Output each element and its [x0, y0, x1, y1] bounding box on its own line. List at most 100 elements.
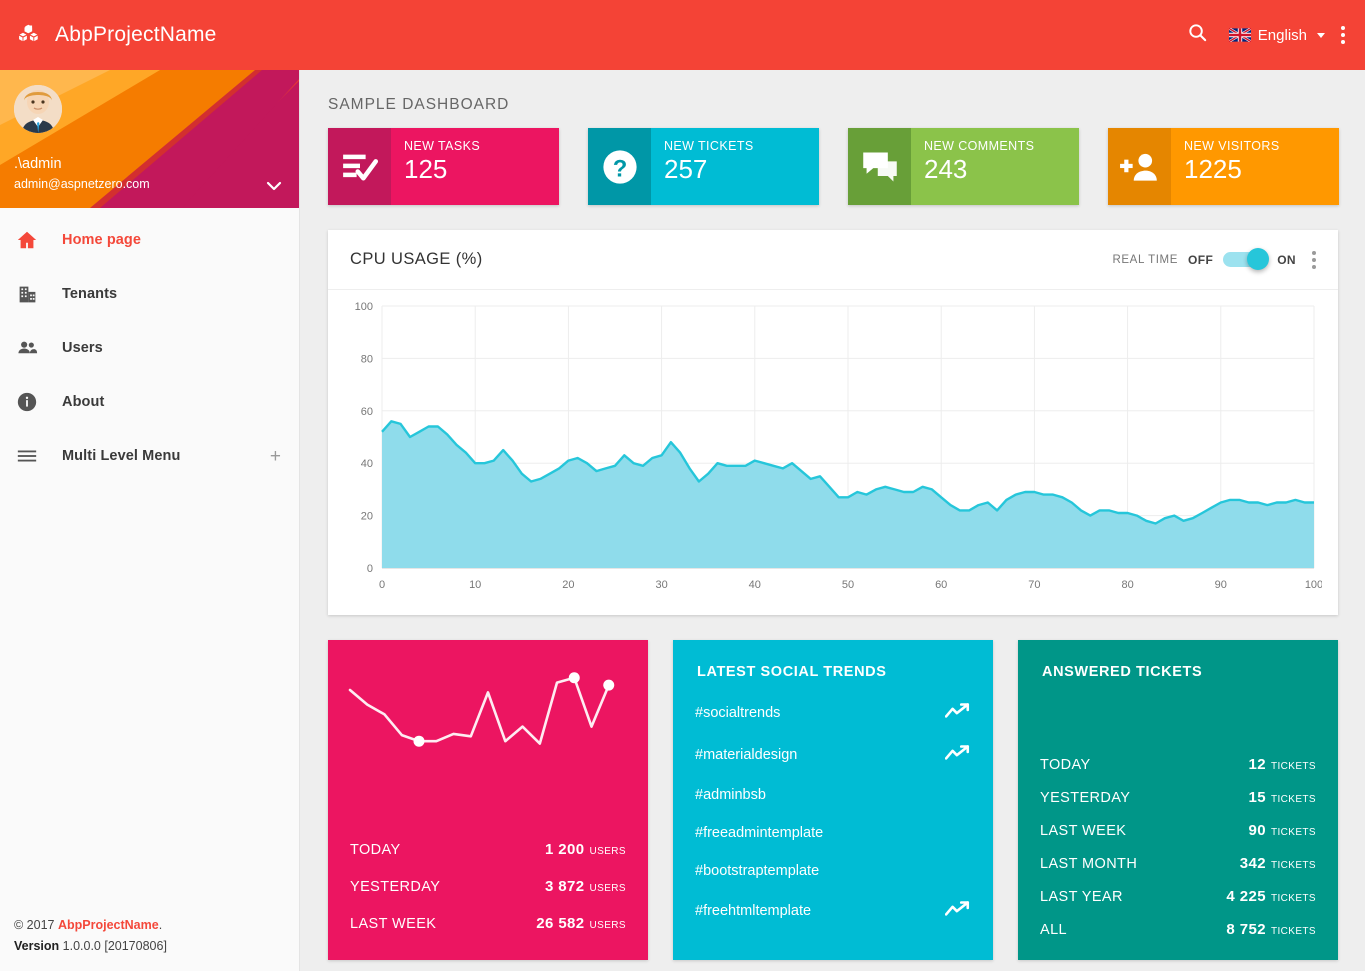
svg-text:10: 10 — [469, 579, 481, 591]
list-item[interactable]: #freeadmintemplate — [695, 814, 971, 852]
info-circle-icon — [14, 391, 40, 413]
tickets-stat-rows: TODAY 12 TICKETS YESTERDAY 15 TICKETS LA… — [1018, 748, 1338, 946]
stat-card-new-tasks[interactable]: NEW TASKS 125 — [328, 128, 559, 205]
person-add-icon — [1108, 128, 1171, 205]
vertical-dots-icon[interactable] — [1335, 26, 1351, 44]
user-email: admin@aspnetzero.com — [14, 177, 150, 191]
stat-row-unit: TICKETS — [1270, 761, 1316, 772]
cpu-chart-svg: 0 20 40 60 80 100 0 10 20 30 40 50 60 70 80 90 100 — [355, 301, 1324, 591]
stat-row-unit: TICKETS — [1270, 827, 1316, 838]
uk-flag-icon — [1228, 28, 1251, 42]
people-icon — [14, 337, 40, 360]
search-button[interactable] — [1176, 13, 1219, 57]
main-content: SAMPLE DASHBOARD NEW TASKS 125 ? NEW TIC… — [300, 70, 1365, 971]
svg-text:0: 0 — [379, 579, 385, 591]
building-icon — [14, 284, 40, 305]
realtime-toggle[interactable] — [1223, 248, 1270, 270]
svg-text:60: 60 — [935, 579, 947, 591]
copyright-prefix: © 2017 — [14, 918, 58, 932]
stat-card-row: NEW TASKS 125 ? NEW TICKETS 257 NEW COMM… — [328, 128, 1339, 205]
answered-tickets-title: ANSWERED TICKETS — [1042, 664, 1203, 680]
svg-text:70: 70 — [1028, 579, 1040, 591]
stat-row-label: LAST WEEK — [1040, 823, 1127, 839]
expand-plus-icon[interactable]: + — [270, 447, 281, 466]
svg-text:40: 40 — [361, 458, 373, 470]
cpu-usage-card: CPU USAGE (%) REAL TIME OFF ON 0 20 40 60 80… — [328, 230, 1338, 615]
stat-row: LAST WEEK 90 TICKETS — [1040, 814, 1316, 847]
toggle-knob — [1247, 248, 1270, 270]
list-item[interactable]: #socialtrends — [695, 692, 971, 734]
user-panel[interactable]: .\admin admin@aspnetzero.com — [0, 70, 299, 208]
svg-text:20: 20 — [562, 579, 574, 591]
comments-icon — [848, 128, 911, 205]
topbar-actions: English — [1176, 13, 1351, 57]
version-value: 1.0.0.0 [20170806] — [62, 939, 167, 953]
stat-row-label: YESTERDAY — [350, 879, 441, 895]
list-item[interactable]: #freehtmltemplate — [695, 890, 971, 932]
stat-row: YESTERDAY 3 872 USERS — [350, 868, 626, 905]
toggle-on-label: ON — [1277, 252, 1296, 267]
tasks-check-icon — [328, 128, 391, 205]
stat-row: YESTERDAY 15 TICKETS — [1040, 781, 1316, 814]
stat-row-unit: TICKETS — [1270, 926, 1316, 937]
stat-row-value: 8 752 — [1226, 921, 1266, 938]
bottom-card-row: TODAY 1 200 USERS YESTERDAY 3 872 USERS … — [328, 640, 1339, 960]
trend-label: #freehtmltemplate — [695, 903, 812, 919]
sidebar-item-multi-level-menu[interactable]: Multi Level Menu + — [0, 429, 299, 483]
copyright-suffix: . — [158, 918, 163, 932]
cpu-card-title: CPU USAGE (%) — [350, 250, 483, 268]
stat-card-value: 125 — [404, 154, 448, 184]
stat-row: ALL 8 752 TICKETS — [1040, 913, 1316, 946]
brand[interactable]: AbpProjectName — [18, 22, 217, 48]
stat-row: LAST MONTH 342 TICKETS — [1040, 847, 1316, 880]
visitors-card: TODAY 1 200 USERS YESTERDAY 3 872 USERS … — [328, 640, 648, 960]
stat-row-unit: USERS — [589, 846, 626, 857]
sidebar-item-label: Users — [62, 340, 103, 356]
stat-row: TODAY 12 TICKETS — [1040, 748, 1316, 781]
sidebar-item-about[interactable]: About — [0, 375, 299, 429]
stat-card-new-comments[interactable]: NEW COMMENTS 243 — [848, 128, 1079, 205]
sidebar-footer: © 2017 AbpProjectName. Version 1.0.0.0 [… — [14, 915, 167, 957]
sidebar-item-tenants[interactable]: Tenants — [0, 267, 299, 321]
trend-label: #freeadmintemplate — [695, 825, 824, 841]
stat-row-value: 90 — [1248, 822, 1266, 839]
stat-row: LAST WEEK 26 582 USERS — [350, 905, 626, 942]
stat-row: LAST YEAR 4 225 TICKETS — [1040, 880, 1316, 913]
stat-row-label: LAST WEEK — [350, 916, 437, 932]
copyright-project[interactable]: AbpProjectName — [58, 918, 159, 932]
stat-card-value: 1225 — [1184, 154, 1242, 184]
sidebar-item-label: Home page — [62, 232, 142, 248]
sidebar-item-label: Tenants — [62, 286, 118, 302]
sidebar: .\admin admin@aspnetzero.com Home page T… — [0, 70, 300, 971]
top-navigation-bar: AbpProjectName English — [0, 0, 1365, 70]
vertical-dots-icon[interactable] — [1306, 250, 1322, 269]
search-icon — [1186, 21, 1209, 49]
language-selector[interactable]: English — [1219, 13, 1335, 57]
sidebar-item-users[interactable]: Users — [0, 321, 299, 375]
cubes-icon — [18, 22, 44, 48]
list-item[interactable]: #adminbsb — [695, 776, 971, 814]
stat-row-value: 15 — [1248, 789, 1266, 806]
chevron-down-icon[interactable] — [266, 178, 282, 191]
stat-card-body: NEW VISITORS 1225 — [1171, 128, 1339, 205]
stat-row-label: ALL — [1040, 922, 1067, 938]
stat-row: TODAY 1 200 USERS — [350, 831, 626, 868]
svg-text:100: 100 — [355, 301, 373, 313]
cpu-chart: 0 20 40 60 80 100 0 10 20 30 40 50 60 70 80 90 100 — [328, 290, 1338, 603]
stat-card-new-visitors[interactable]: NEW VISITORS 1225 — [1108, 128, 1339, 205]
stat-card-new-tickets[interactable]: ? NEW TICKETS 257 — [588, 128, 819, 205]
chevron-down-icon — [1317, 32, 1325, 38]
list-item[interactable]: #bootstraptemplate — [695, 852, 971, 890]
stat-card-label: NEW COMMENTS — [924, 139, 1035, 153]
list-item[interactable]: #materialdesign — [695, 734, 971, 776]
question-circle-icon: ? — [588, 128, 651, 205]
version-line: Version 1.0.0.0 [20170806] — [14, 936, 167, 957]
stat-row-value: 342 — [1239, 855, 1266, 872]
user-name: .\admin — [14, 156, 62, 172]
social-trends-list: #socialtrends #materialdesign #adminbsb … — [673, 680, 993, 932]
toggle-off-label: OFF — [1187, 252, 1214, 267]
stat-card-value: 243 — [924, 154, 968, 184]
svg-text:0: 0 — [367, 563, 373, 575]
stat-card-label: NEW TASKS — [404, 139, 481, 153]
sidebar-item-home-page[interactable]: Home page — [0, 213, 299, 267]
